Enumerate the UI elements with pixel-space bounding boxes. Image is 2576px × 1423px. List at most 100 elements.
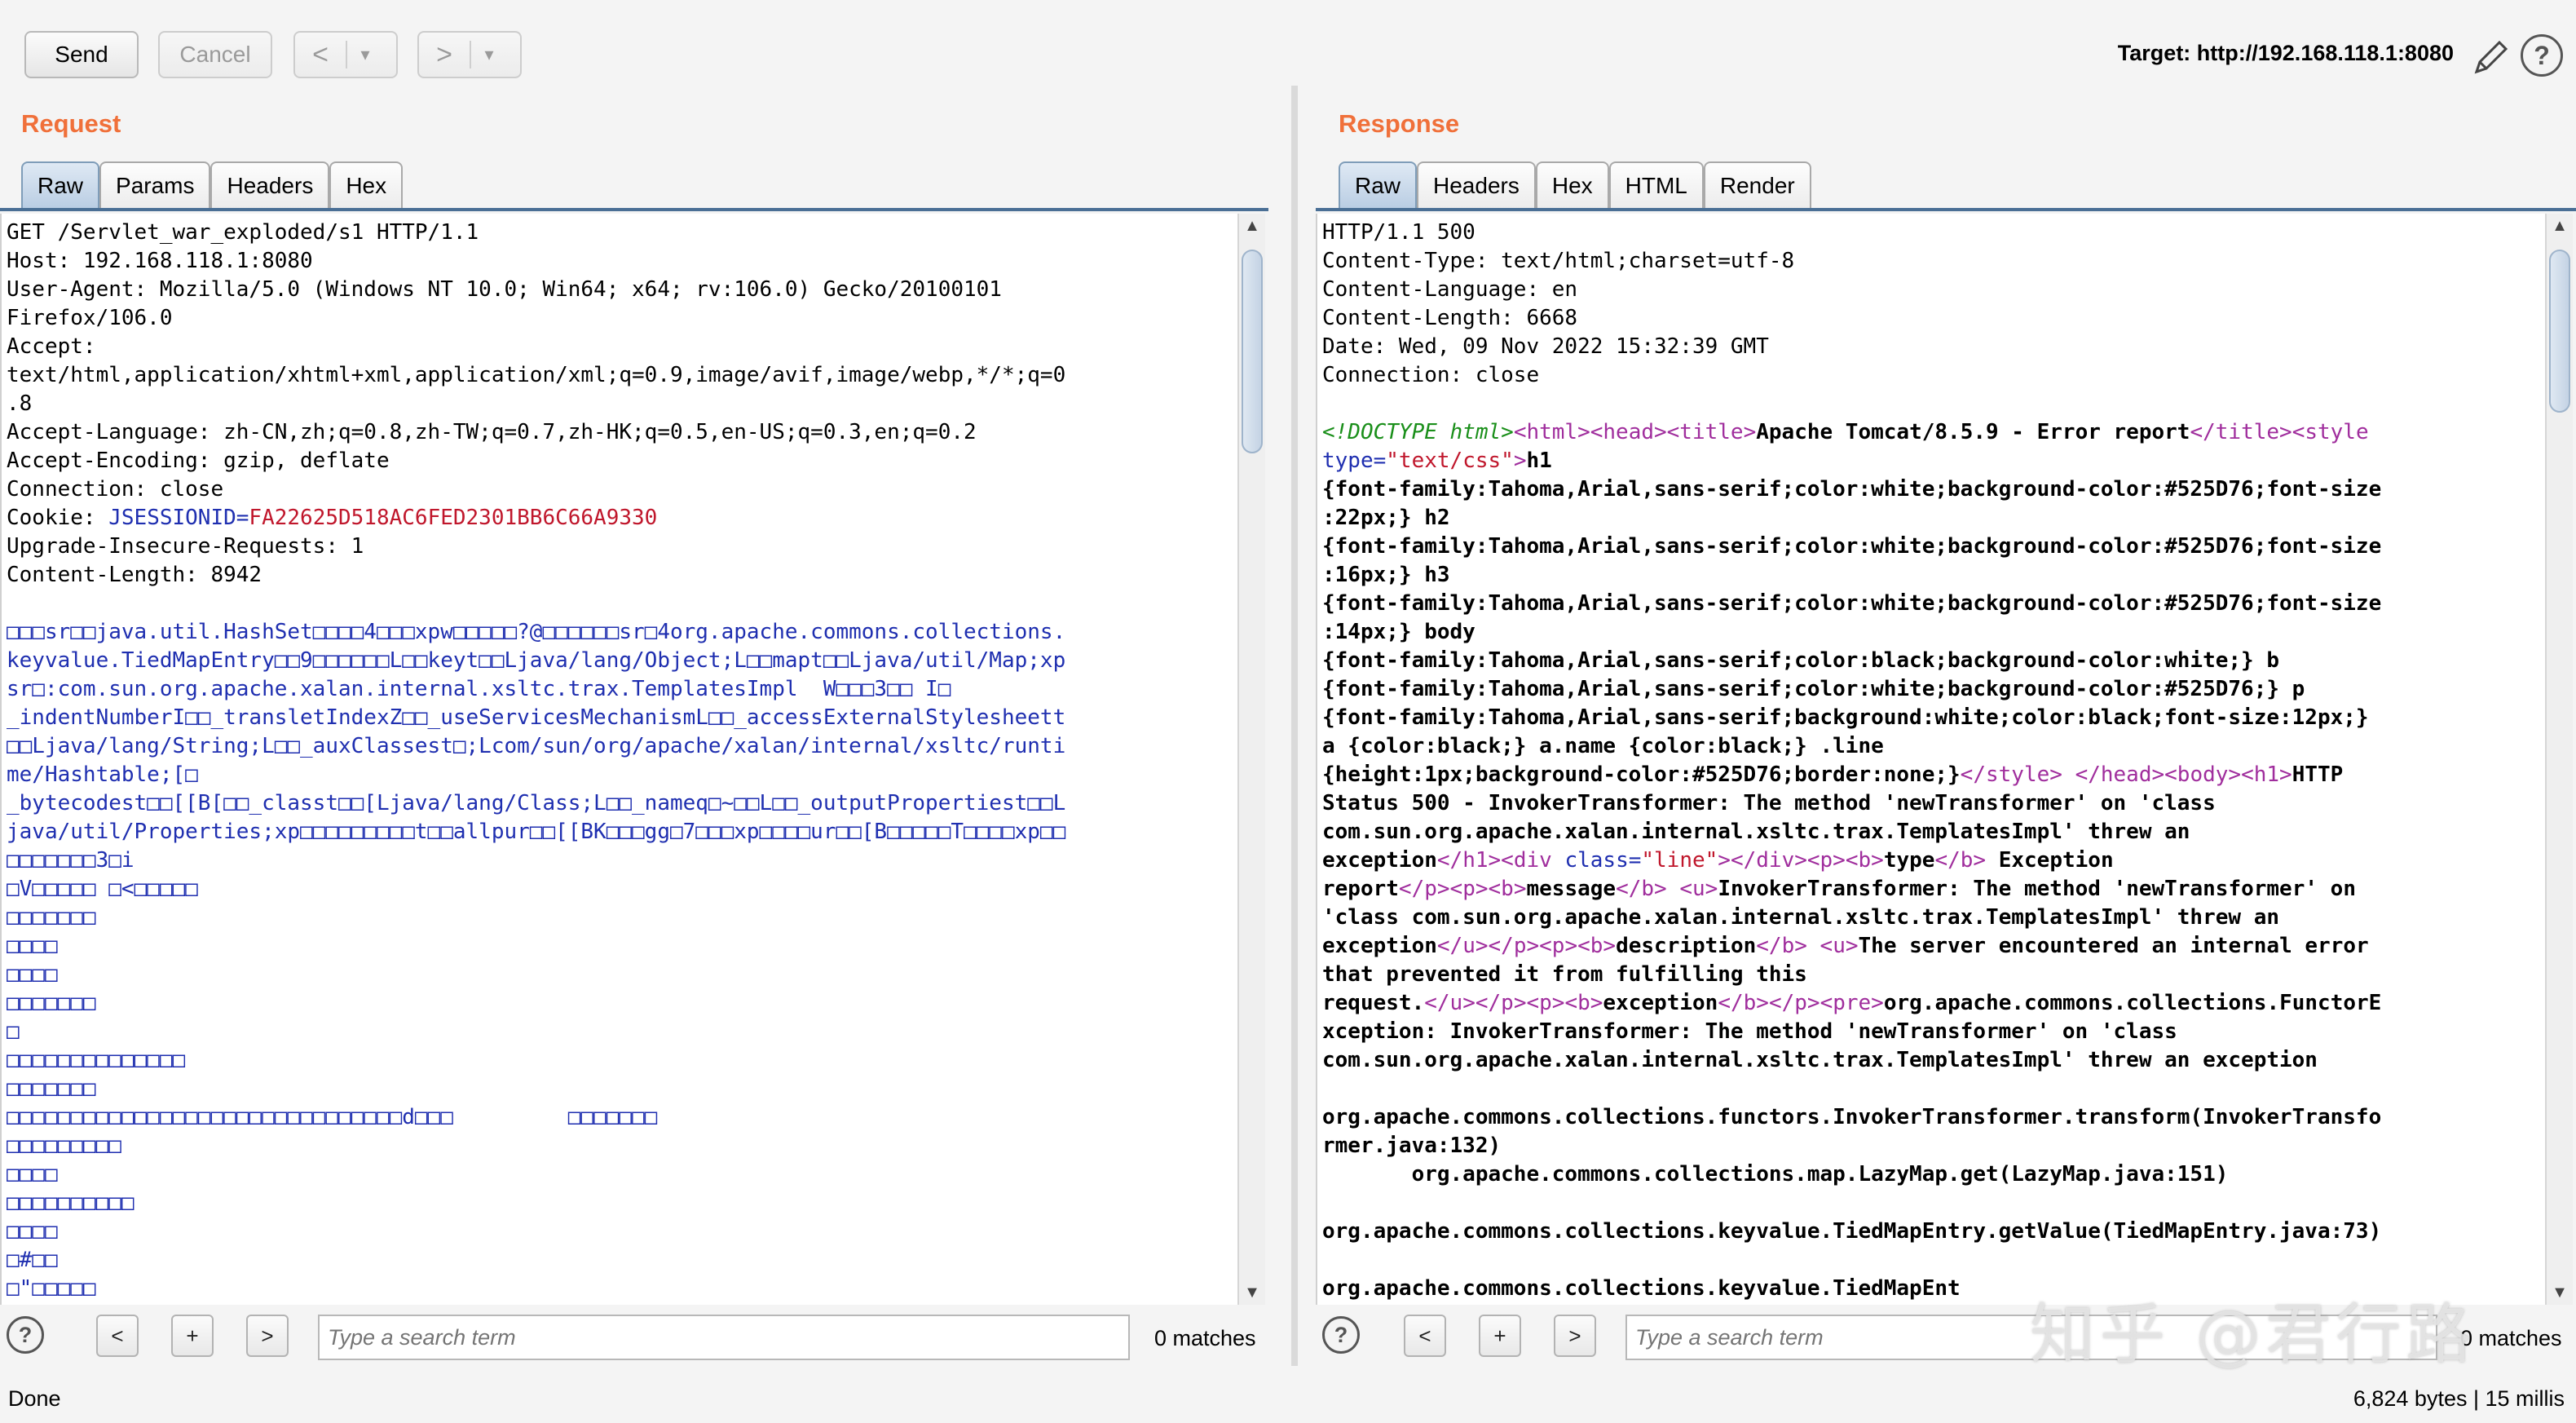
text-line: □□Ljava/lang/String;L□□_auxClassest□;Lco… [7,732,1065,761]
tab-render[interactable]: Render [1703,161,1811,209]
body-line: □□□□□□□□□□□□□□□□□□□□□□□□□□□□□□□d□□□ □□□□… [7,1105,658,1129]
scroll-thumb[interactable] [1242,250,1263,453]
text-line: HTTP/1.1 500 [1322,219,2381,247]
search-next-button[interactable]: > [246,1315,289,1357]
text-line: Cookie: JSESSIONID=FA22625D518AC6FED2301… [7,504,1065,533]
scroll-up-icon[interactable]: ▲ [1239,214,1265,238]
html-tag: </title> [2190,420,2292,444]
text: InvokerTransformer: The method 'newTrans… [1718,877,2356,901]
text-line: □□□□□□□ [7,989,1065,1018]
html-tag: <p> [1539,934,1578,958]
text-line: report</p><p><b>message</b> <u>InvokerTr… [1322,875,2381,904]
watermark: 知乎 @君行路 [2030,1297,2477,1372]
text: The server encountered an internal error [1858,934,2369,958]
scroll-down-icon[interactable]: ▼ [1239,1280,1265,1305]
text-line: rmer.java:132) [1322,1132,2381,1160]
text-line [1322,390,2381,418]
text-line: exception</h1><div class="line"></div><p… [1322,846,2381,875]
cookie-value: FA22625D518AC6FED2301BB6C66A9330 [249,506,658,530]
tab-headers[interactable]: Headers [210,161,330,209]
response-scrollbar[interactable]: ▲ ▼ [2545,214,2573,1305]
tab-hex[interactable]: Hex [329,161,404,209]
tab-html[interactable]: HTML [1608,161,1704,209]
html-tag: </u> [1424,991,1475,1015]
search-add-button[interactable]: + [1479,1315,1521,1357]
html-tag: <html> [1513,420,1590,444]
css-line: :14px;} body [1322,620,1475,644]
tab-hex[interactable]: Hex [1535,161,1609,209]
search-prev-button[interactable]: < [1404,1315,1446,1357]
stack-line: rmer.java:132) [1322,1134,1502,1158]
html-tag: <head> [1590,420,1667,444]
body-line: □□□□□□□□□□□□□□ [7,1048,186,1072]
body-line: sr□:com.sun.org.apache.xalan.internal.xs… [7,677,951,701]
tab-underline [0,208,1268,211]
help-icon[interactable]: ? [1322,1316,1360,1354]
header-line: HTTP/1.1 500 [1322,220,1475,245]
text-line: □□□□ [7,1218,1065,1246]
text-line: :22px;} h2 [1322,504,2381,533]
back-button[interactable]: < ▾ [293,31,398,78]
search-prev-button[interactable]: < [96,1315,139,1357]
forward-button[interactable]: > ▾ [417,31,522,78]
scroll-up-icon[interactable]: ▲ [2547,214,2573,238]
text-line: □□□□ [7,961,1065,989]
text-line: type="text/css">h1 [1322,447,2381,475]
split-divider[interactable] [1291,86,1298,1366]
response-tabs: Raw Headers Hex HTML Render [1339,161,1811,209]
text: message [1526,877,1617,901]
cancel-button[interactable]: Cancel [158,31,272,78]
help-icon[interactable]: ? [2521,34,2563,77]
body-line: □□□□ [7,1162,58,1187]
html-tag: <div [1501,848,1552,873]
css-line: {height:1px;background-color:#525D76;bor… [1322,762,1961,787]
help-icon[interactable]: ? [7,1316,44,1354]
send-button[interactable]: Send [24,31,139,78]
text-span [1552,848,1565,873]
tab-raw[interactable]: Raw [21,161,100,209]
tab-underline [1316,208,2576,211]
text-span [1667,877,1680,901]
text-line: me/Hashtable;[□ [7,761,1065,789]
text-line: □□□□□□□□□□□□□□□□□□□□□□□□□□□□□□□d□□□ □□□□… [7,1103,1065,1132]
css-line: {font-family:Tahoma,Arial,sans-serif;col… [1322,534,2382,559]
tab-headers[interactable]: Headers [1417,161,1536,209]
forward-dropdown-icon[interactable]: ▾ [471,44,507,65]
text: Exception [1986,848,2114,873]
doctype: <!DOCTYPE html> [1322,420,1514,444]
request-editor[interactable]: GET /Servlet_war_exploded/s1 HTTP/1.1 Hos… [0,214,1237,1305]
forward-arrow-icon: > [436,38,452,70]
back-arrow-icon: < [312,38,329,70]
request-text[interactable]: GET /Servlet_war_exploded/s1 HTTP/1.1 Hos… [7,219,1065,1303]
body-line: □□□□□□□3□i [7,848,135,873]
request-scrollbar[interactable]: ▲ ▼ [1237,214,1265,1305]
text-line: Date: Wed, 09 Nov 2022 15:32:39 GMT [1322,333,2381,361]
search-next-button[interactable]: > [1554,1315,1596,1357]
stack-line: org.apache.commons.collections.functors.… [1322,1105,2382,1129]
text-line: □□□□□□□□□ [7,1132,1065,1160]
response-editor[interactable]: HTTP/1.1 500 Content-Type: text/html;char… [1316,214,2545,1305]
html-tag: </head> [2075,762,2165,787]
body-line: □□□□□□□□□□ [7,1191,135,1215]
pencil-icon[interactable] [2470,36,2512,78]
body-line: □□□sr□□java.util.HashSet□□□□4□□□xpw□□□□□… [7,620,1066,644]
text-span [2062,762,2075,787]
response-text[interactable]: HTTP/1.1 500 Content-Type: text/html;char… [1322,219,2381,1303]
request-search-input[interactable] [318,1315,1130,1360]
text-line: □ [7,1018,1065,1046]
request-tabs: Raw Params Headers Hex [21,161,404,209]
stack-line: org.apache.commons.collections.keyvalue.… [1322,1276,1961,1301]
html-tag: <p> [1449,877,1489,901]
text-line: {font-family:Tahoma,Arial,sans-serif;col… [1322,475,2381,504]
tab-raw[interactable]: Raw [1339,161,1418,209]
text-line: □V□□□□□ □<□□□□□ [7,875,1065,904]
css-line: {font-family:Tahoma,Arial,sans-serif;col… [1322,477,2382,502]
html-tag: <body> [2164,762,2242,787]
header-line: Firefox/106.0 [7,306,173,330]
scroll-down-icon[interactable]: ▼ [2547,1280,2573,1305]
search-add-button[interactable]: + [171,1315,214,1357]
tab-params[interactable]: Params [99,161,211,209]
scroll-thumb[interactable] [2549,250,2570,413]
body-line: me/Hashtable;[□ [7,762,198,787]
back-dropdown-icon[interactable]: ▾ [347,44,383,65]
